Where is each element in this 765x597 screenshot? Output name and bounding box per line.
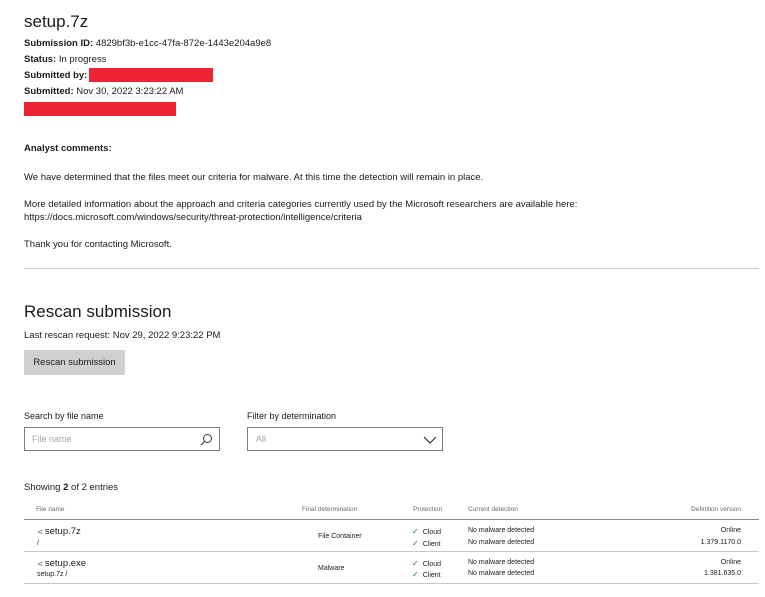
submitted-line: Submitted: Nov 30, 2022 3:23:22 AM bbox=[24, 84, 759, 100]
determination-dropdown[interactable]: All bbox=[247, 427, 443, 451]
current-detection: No malware detected bbox=[468, 559, 535, 566]
protection-label: Cloud bbox=[422, 529, 441, 536]
submission-id-line: Submission ID: 4829bf3b-e1cc-47fa-872e-1… bbox=[24, 36, 759, 52]
dropdown-value: All bbox=[256, 434, 267, 444]
analyst-comments: Analyst comments: We have determined tha… bbox=[24, 142, 759, 251]
current-detection: No malware detected bbox=[468, 527, 535, 534]
search-input[interactable] bbox=[32, 434, 192, 444]
search-field[interactable] bbox=[24, 427, 220, 451]
file-name-cell: ⊲ setup.7z bbox=[37, 526, 81, 537]
file-icon: ⊲ bbox=[37, 561, 43, 568]
definition-version: Online bbox=[720, 559, 741, 566]
redaction-bar bbox=[89, 68, 214, 83]
protection-label: Client bbox=[422, 572, 441, 579]
column-header-definition-version[interactable]: Definition version bbox=[691, 506, 741, 513]
protection-label: Client bbox=[422, 541, 441, 548]
protection-client: ✓ Client bbox=[412, 570, 441, 579]
checkmark-icon: ✓ bbox=[412, 527, 419, 536]
file-path: setup.7z / bbox=[37, 571, 68, 578]
comment-paragraph: We have determined that the files meet o… bbox=[24, 172, 484, 183]
submitted-by-line: Submitted by: bbox=[24, 68, 759, 84]
last-rescan-text: Last rescan request: Nov 29, 2022 9:23:2… bbox=[24, 330, 221, 341]
file-path: / bbox=[37, 540, 39, 547]
search-icon[interactable] bbox=[200, 433, 213, 446]
entries-count: Showing 2 of 2 entries bbox=[24, 482, 118, 493]
column-header-final-determination[interactable]: Final determination bbox=[302, 506, 357, 513]
submission-details: setup.7z Submission ID: 4829bf3b-e1cc-47… bbox=[24, 12, 759, 265]
rescan-title: Rescan submission bbox=[24, 302, 172, 321]
redaction-bar bbox=[24, 102, 176, 117]
checkmark-icon: ✓ bbox=[412, 539, 419, 548]
status-value: In progress bbox=[58, 54, 107, 65]
redaction-bar-block bbox=[24, 100, 759, 118]
file-name-cell: ⊲ setup.exe bbox=[37, 558, 86, 569]
definition-version: 1.379.1170.0 bbox=[700, 539, 741, 546]
filter-label: Filter by determination bbox=[247, 411, 337, 421]
protection-cloud: ✓ Cloud bbox=[412, 559, 441, 568]
showing-suffix: of 2 entries bbox=[68, 482, 119, 493]
final-determination: Malware bbox=[318, 565, 345, 572]
current-detection: No malware detected bbox=[468, 570, 535, 577]
final-determination: File Container bbox=[318, 533, 362, 540]
protection-cloud: ✓ Cloud bbox=[412, 527, 441, 536]
row-divider bbox=[24, 583, 759, 584]
definition-version: Online bbox=[720, 527, 741, 534]
submitted-by-label: Submitted by: bbox=[24, 70, 88, 81]
chevron-down-icon bbox=[423, 436, 437, 444]
file-name: setup.7z bbox=[44, 526, 81, 537]
rescan-submission-button[interactable]: Rescan submission bbox=[24, 350, 125, 375]
criteria-link[interactable]: https://docs.microsoft.com/windows/secur… bbox=[24, 212, 362, 223]
comment-text: More detailed information about the appr… bbox=[24, 199, 578, 210]
row-divider bbox=[24, 551, 759, 552]
column-header-file-name[interactable]: File name bbox=[36, 506, 65, 513]
comment-paragraph: Thank you for contacting Microsoft. bbox=[24, 239, 172, 250]
protection-client: ✓ Client bbox=[412, 539, 441, 548]
comments-heading: Analyst comments: bbox=[24, 143, 112, 154]
search-label: Search by file name bbox=[24, 411, 104, 421]
current-detection: No malware detected bbox=[468, 539, 535, 546]
submission-id-value: 4829bf3b-e1cc-47fa-872e-1443e204a9e8 bbox=[95, 38, 272, 49]
checkmark-icon: ✓ bbox=[412, 559, 419, 568]
file-name: setup.exe bbox=[44, 558, 87, 569]
file-icon: ⊲ bbox=[37, 529, 43, 536]
submitted-label: Submitted: bbox=[24, 86, 74, 97]
table-header-divider bbox=[24, 519, 759, 520]
submission-id-label: Submission ID: bbox=[24, 38, 94, 49]
showing-prefix: Showing bbox=[24, 482, 64, 493]
section-divider bbox=[24, 268, 759, 269]
protection-label: Cloud bbox=[422, 561, 441, 568]
comment-paragraph: More detailed information about the appr… bbox=[24, 198, 759, 224]
page-title: setup.7z bbox=[24, 12, 89, 31]
submitted-value: Nov 30, 2022 3:23:22 AM bbox=[76, 86, 184, 97]
column-header-protection[interactable]: Protection bbox=[413, 506, 442, 513]
status-line: Status: In progress bbox=[24, 52, 759, 68]
definition-version: 1.381.635.0 bbox=[704, 570, 741, 577]
column-header-current-detection[interactable]: Current detection bbox=[468, 506, 518, 513]
checkmark-icon: ✓ bbox=[412, 570, 419, 579]
status-label: Status: bbox=[24, 54, 57, 65]
